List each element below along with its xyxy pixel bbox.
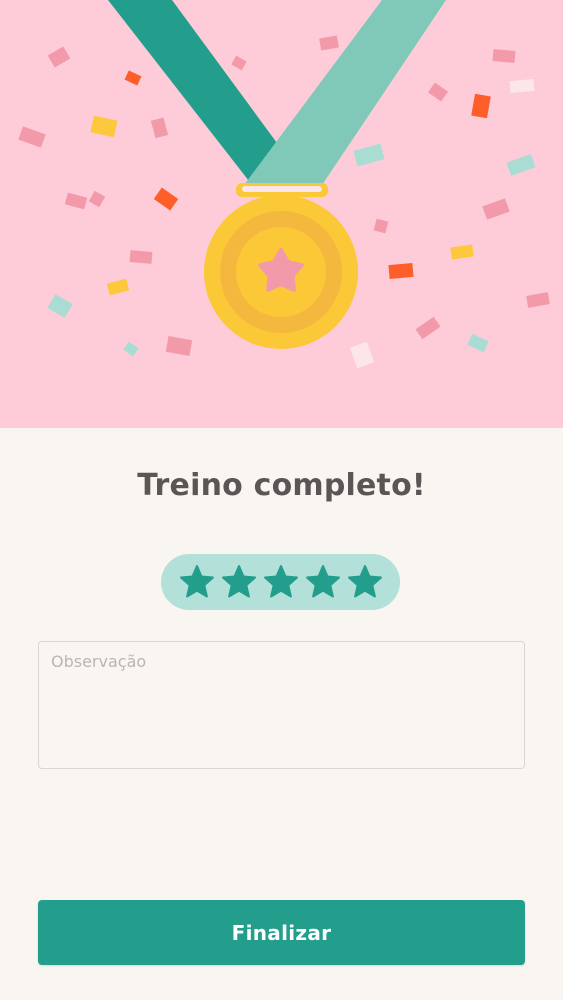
star-icon-3[interactable] (263, 564, 299, 600)
star-icon-2[interactable] (221, 564, 257, 600)
page-title: Treino completo! (137, 468, 426, 503)
ribbon (108, 0, 446, 190)
star-icon-5[interactable] (347, 564, 383, 600)
note-field[interactable] (38, 641, 525, 769)
star-icon-4[interactable] (305, 564, 341, 600)
medal-icon (204, 195, 358, 349)
medal-illustration (18, 0, 550, 369)
celebration-hero (0, 0, 563, 428)
finish-button[interactable]: Finalizar (38, 900, 525, 965)
star-rating[interactable] (161, 554, 400, 610)
star-icon-1[interactable] (179, 564, 215, 600)
